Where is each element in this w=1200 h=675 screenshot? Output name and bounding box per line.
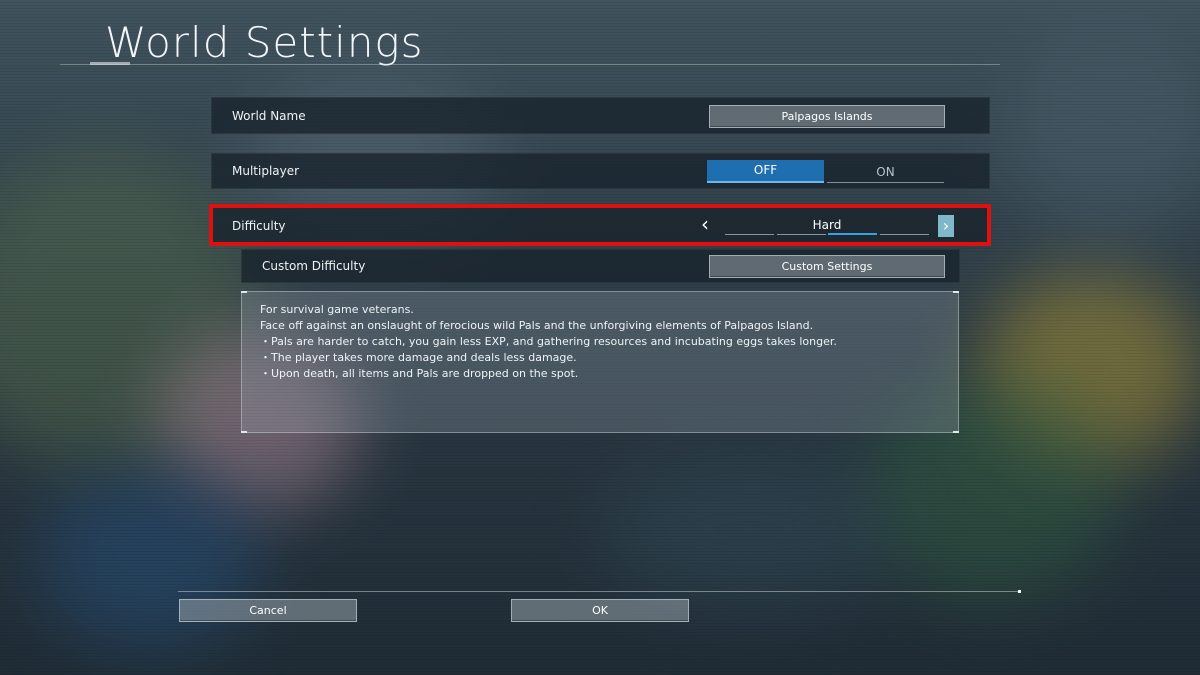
footer-divider-dot [1018,590,1021,593]
multiplayer-off-toggle[interactable]: OFF [707,160,824,183]
custom-settings-label: Custom Settings [781,260,873,273]
world-name-label: World Name [232,108,306,123]
multiplayer-on-toggle[interactable]: ON [827,161,944,183]
multiplayer-row: Multiplayer OFF ON [211,153,990,189]
cancel-label: Cancel [249,604,287,617]
ok-label: OK [592,604,608,617]
world-name-field[interactable]: Palpagos Islands [709,105,945,128]
description-line: For survival game veterans. [260,303,414,316]
title-divider [60,64,1000,65]
page-title: World Settings [105,18,424,67]
cancel-button[interactable]: Cancel [179,599,357,622]
difficulty-description: For survival game veterans. Face off aga… [241,291,959,433]
world-name-row: World Name Palpagos Islands [211,97,990,134]
difficulty-highlight-box [209,204,991,246]
custom-settings-button[interactable]: Custom Settings [709,255,945,278]
description-line: ・Upon death, all items and Pals are drop… [260,367,579,380]
description-line: Face off against an onslaught of ferocio… [260,319,814,332]
description-line: ・Pals are harder to catch, you gain less… [260,335,837,348]
title-accent [90,62,130,65]
description-line: ・The player takes more damage and deals … [260,351,577,364]
custom-difficulty-row: Custom Difficulty Custom Settings [241,249,960,283]
footer-divider [178,591,1020,592]
custom-difficulty-label: Custom Difficulty [262,259,366,273]
multiplayer-label: Multiplayer [232,164,300,178]
world-name-value: Palpagos Islands [781,110,873,123]
ok-button[interactable]: OK [511,599,689,622]
